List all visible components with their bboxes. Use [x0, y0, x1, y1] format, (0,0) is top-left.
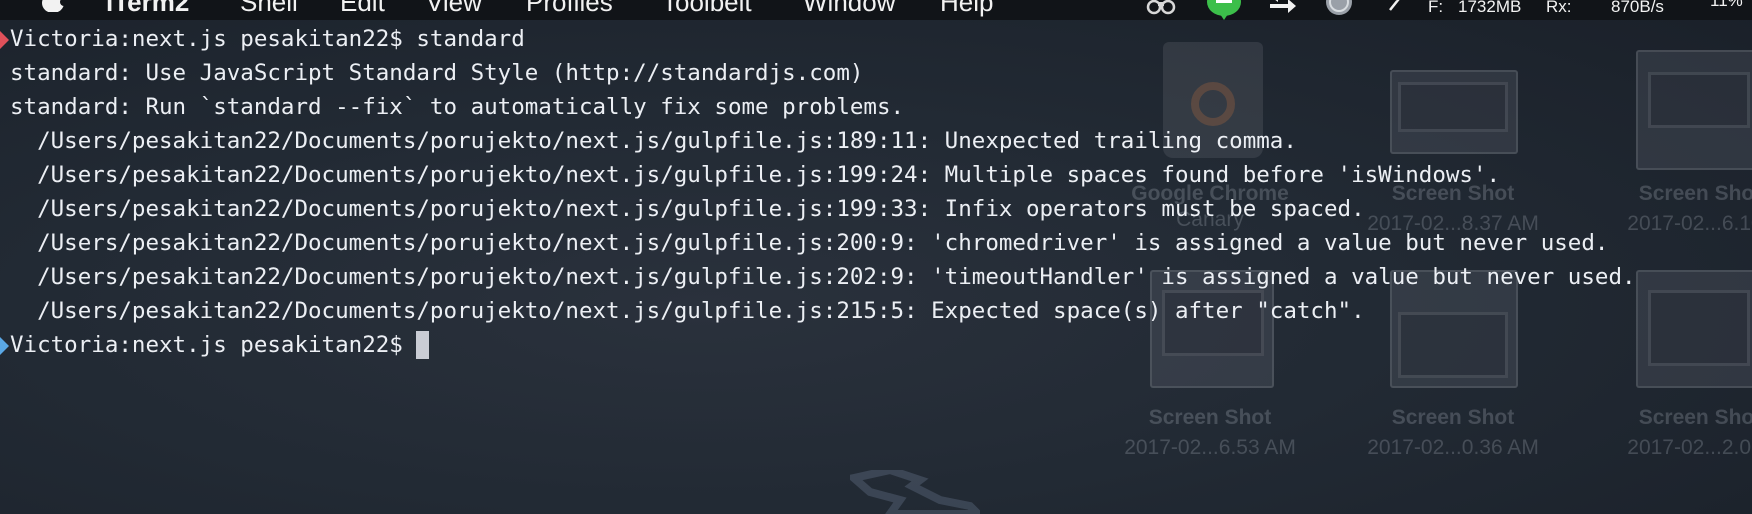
- apple-icon[interactable]: [40, 0, 66, 12]
- free-memory-value: 1732MB: [1458, 0, 1522, 16]
- chat-icon[interactable]: [1204, 0, 1244, 20]
- screen: iTerm2 Shell Edit View Profiles Toolbelt…: [0, 0, 1752, 514]
- terminal-line: /Users/pesakitan22/Documents/porujekto/n…: [10, 196, 1365, 222]
- ok-prompt-marker-icon: [0, 337, 9, 355]
- error-prompt-marker-icon: [0, 31, 9, 49]
- menu-bar: iTerm2 Shell Edit View Profiles Toolbelt…: [0, 0, 1752, 20]
- menu-item-help[interactable]: Help: [940, 0, 993, 16]
- terminal-prompt-line[interactable]: Victoria:next.js pesakitan22$: [10, 328, 429, 362]
- terminal-output[interactable]: Victoria:next.js pesakitan22$ standard s…: [0, 22, 1752, 514]
- free-memory-label: F:: [1428, 0, 1444, 16]
- network-rx-value: 870B/s: [1611, 0, 1664, 16]
- terminal-line: /Users/pesakitan22/Documents/porujekto/n…: [10, 128, 1297, 154]
- menu-item-profiles[interactable]: Profiles: [526, 0, 613, 16]
- terminal-line: Victoria:next.js pesakitan22$ standard: [10, 26, 525, 52]
- text-cursor: [415, 331, 429, 359]
- menu-app-name[interactable]: iTerm2: [106, 0, 189, 16]
- bluetooth-icon[interactable]: [1386, 0, 1402, 16]
- menu-item-shell[interactable]: Shell: [240, 0, 298, 16]
- terminal-line: /Users/pesakitan22/Documents/porujekto/n…: [10, 264, 1636, 290]
- cpu-usage-value: 11%: [1710, 0, 1743, 10]
- transfer-icon[interactable]: [1268, 0, 1298, 14]
- menu-item-window[interactable]: Window: [803, 0, 895, 16]
- globe-icon[interactable]: [1322, 0, 1356, 18]
- terminal-line: standard: Run `standard --fix` to automa…: [10, 94, 905, 120]
- binoculars-icon[interactable]: [1146, 0, 1176, 16]
- menu-item-toolbelt[interactable]: Toolbelt: [662, 0, 752, 16]
- terminal-line: standard: Use JavaScript Standard Style …: [10, 60, 864, 86]
- network-rx-label: Rx:: [1546, 0, 1572, 16]
- terminal-line: /Users/pesakitan22/Documents/porujekto/n…: [10, 298, 1365, 324]
- menu-item-edit[interactable]: Edit: [340, 0, 385, 16]
- prompt-text: Victoria:next.js pesakitan22$: [10, 332, 403, 358]
- terminal-line: /Users/pesakitan22/Documents/porujekto/n…: [10, 230, 1609, 256]
- terminal-line: /Users/pesakitan22/Documents/porujekto/n…: [10, 162, 1501, 188]
- menu-item-view[interactable]: View: [426, 0, 482, 16]
